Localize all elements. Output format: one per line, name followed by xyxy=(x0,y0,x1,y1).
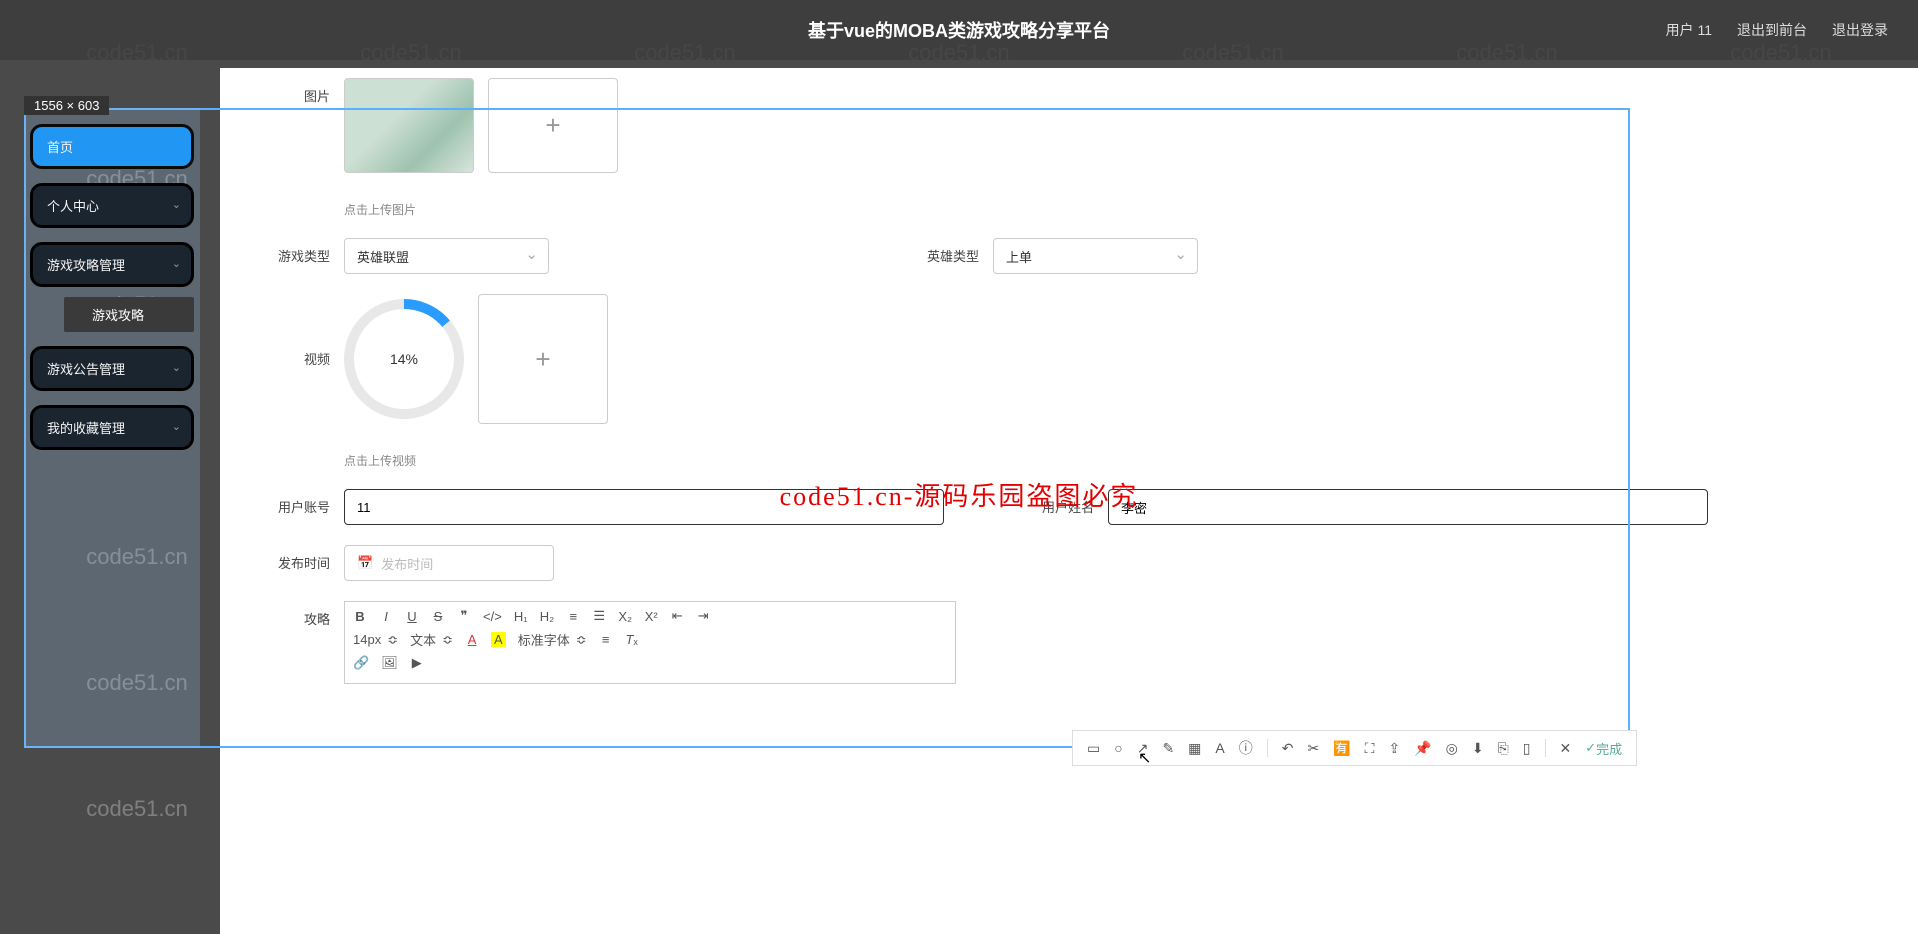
pin-icon[interactable]: 📌 xyxy=(1414,740,1431,757)
copy-icon[interactable]: ▯ xyxy=(1523,740,1531,757)
image-hint: 点击上传图片 xyxy=(344,201,618,218)
chevron-down-icon: ⌄ xyxy=(172,420,181,433)
target-icon[interactable]: ◎ xyxy=(1446,740,1458,757)
guide-label: 攻略 xyxy=(260,601,330,628)
h2-icon[interactable]: H₂ xyxy=(540,609,554,624)
chevron-down-icon: ⌄ xyxy=(172,257,181,270)
quote-icon[interactable]: ❞ xyxy=(457,608,471,624)
nav-fav-mgmt-label: 我的收藏管理 xyxy=(47,421,125,436)
app-title: 基于vue的MOBA类游戏攻略分享平台 xyxy=(808,17,1110,43)
pencil-icon[interactable]: ✎ xyxy=(1162,740,1174,757)
nav-guide-mgmt[interactable]: 游戏攻略管理 ⌄ xyxy=(30,242,194,287)
nav-home-label: 首页 xyxy=(47,140,73,155)
expand-icon[interactable]: ⛶ xyxy=(1365,740,1375,757)
download-icon[interactable]: ⬇ xyxy=(1472,740,1484,757)
superscript-icon[interactable]: X² xyxy=(644,609,658,624)
close-icon[interactable]: ✕ xyxy=(1560,740,1572,757)
align-icon[interactable]: ≡ xyxy=(599,632,613,647)
header-user[interactable]: 用户 11 xyxy=(1666,20,1712,40)
font-color-icon[interactable]: A xyxy=(465,632,479,647)
link-icon[interactable]: 🔗 xyxy=(353,655,369,671)
video-label: 视频 xyxy=(260,294,330,368)
highlight-icon[interactable]: A xyxy=(491,632,506,647)
upload-progress-text: 14% xyxy=(354,309,454,409)
mosaic-icon[interactable]: ▦ xyxy=(1188,740,1201,757)
chevron-down-icon: ⌄ xyxy=(172,198,181,211)
image-thumbnail[interactable] xyxy=(344,78,474,173)
translate-icon[interactable]: 🈶 xyxy=(1333,740,1350,757)
add-video-button[interactable]: + xyxy=(478,294,608,424)
nav-profile[interactable]: 个人中心 ⌄ xyxy=(30,183,194,228)
subscript-icon[interactable]: X₂ xyxy=(618,609,632,624)
image-insert-icon[interactable]: 🖼 xyxy=(381,655,398,671)
screenshot-toolbar: ▭ ○ ↗ ✎ ▦ A ⓘ ↶ ✂ 🈶 ⛶ ⇪ 📌 ◎ ⬇ ⎘ ▯ ✕ ✓ 完成 xyxy=(1072,730,1637,766)
publish-time-input[interactable]: 📅 发布时间 xyxy=(344,545,554,581)
image-label: 图片 xyxy=(260,78,330,105)
nav-fav-mgmt[interactable]: 我的收藏管理 ⌄ xyxy=(30,405,194,450)
add-image-button[interactable]: + xyxy=(488,78,618,173)
upload-progress-ring: 14% xyxy=(344,299,464,419)
center-watermark: code51.cn-源码乐园盗图必究 xyxy=(780,476,1139,513)
nav-guide-mgmt-label: 游戏攻略管理 xyxy=(47,258,125,273)
user-name-input[interactable] xyxy=(1108,489,1708,525)
calendar-icon: 📅 xyxy=(357,555,373,571)
nav-notice-mgmt-label: 游戏公告管理 xyxy=(47,362,125,377)
chevron-down-icon: ⌄ xyxy=(172,361,181,374)
list-ul-icon[interactable]: ☰ xyxy=(592,608,606,624)
text-icon[interactable]: A xyxy=(1215,740,1224,756)
hero-type-value: 上单 xyxy=(1006,247,1032,266)
circle-icon[interactable]: ○ xyxy=(1114,740,1122,756)
clear-format-icon[interactable]: Tₓ xyxy=(625,632,639,647)
chevron-icon: ≎ xyxy=(442,632,453,648)
chevron-icon: ≎ xyxy=(576,632,587,648)
video-insert-icon[interactable]: ▶ xyxy=(410,655,424,671)
share-icon[interactable]: ⇪ xyxy=(1388,740,1400,757)
separator xyxy=(1267,739,1268,757)
logout-front-link[interactable]: 退出到前台 xyxy=(1737,20,1807,40)
app-header: 基于vue的MOBA类游戏攻略分享平台 用户 11 退出到前台 退出登录 xyxy=(0,0,1918,60)
nav-guide-sub[interactable]: 游戏攻略 xyxy=(64,297,194,332)
plus-icon: + xyxy=(535,344,550,375)
hero-type-select[interactable]: 上单 xyxy=(993,238,1198,274)
game-type-value: 英雄联盟 xyxy=(357,247,409,266)
rich-editor-toolbar: B I U S ❞ </> H₁ H₂ ≡ ☰ X₂ X² ⇤ ⇥ 14px ≎… xyxy=(344,601,956,684)
info-icon[interactable]: ⓘ xyxy=(1239,738,1253,758)
logout-link[interactable]: 退出登录 xyxy=(1832,20,1888,40)
done-button[interactable]: ✓ 完成 xyxy=(1585,739,1622,758)
hero-type-label: 英雄类型 xyxy=(909,238,979,274)
game-type-select[interactable]: 英雄联盟 xyxy=(344,238,549,274)
italic-icon[interactable]: I xyxy=(379,609,393,624)
separator xyxy=(1545,739,1546,757)
underline-icon[interactable]: U xyxy=(405,609,419,624)
video-hint: 点击上传视频 xyxy=(344,452,608,469)
scissors-icon[interactable]: ✂ xyxy=(1307,740,1319,757)
font-family-select[interactable]: 标准字体 ≎ xyxy=(518,630,587,649)
nav-home[interactable]: 首页 xyxy=(30,124,194,169)
game-type-label: 游戏类型 xyxy=(260,238,330,265)
sidebar: 首页 个人中心 ⌄ 游戏攻略管理 ⌄ 游戏攻略 游戏公告管理 ⌄ 我的收藏管理 ⌄ xyxy=(24,108,200,464)
h1-icon[interactable]: H₁ xyxy=(514,609,528,624)
plus-icon: + xyxy=(545,110,560,141)
strike-icon[interactable]: S xyxy=(431,609,445,624)
nav-notice-mgmt[interactable]: 游戏公告管理 ⌄ xyxy=(30,346,194,391)
list-ol-icon[interactable]: ≡ xyxy=(566,609,580,624)
chevron-icon: ≎ xyxy=(387,632,398,648)
user-account-label: 用户账号 xyxy=(260,489,330,516)
publish-time-label: 发布时间 xyxy=(260,545,330,572)
font-size-select[interactable]: 14px ≎ xyxy=(353,632,398,648)
bold-icon[interactable]: B xyxy=(353,609,367,624)
undo-icon[interactable]: ↶ xyxy=(1282,740,1294,757)
code-icon[interactable]: </> xyxy=(483,609,502,624)
selection-dimensions: 1556 × 603 xyxy=(24,96,109,115)
rect-icon[interactable]: ▭ xyxy=(1087,740,1100,757)
cursor-icon: ↖ xyxy=(1138,748,1151,768)
clipboard-icon[interactable]: ⎘ xyxy=(1498,740,1509,757)
indent-icon[interactable]: ⇤ xyxy=(670,608,684,624)
outdent-icon[interactable]: ⇥ xyxy=(696,608,710,624)
nav-profile-label: 个人中心 xyxy=(47,199,99,214)
font-type-select[interactable]: 文本 ≎ xyxy=(410,630,453,649)
publish-time-placeholder: 发布时间 xyxy=(381,554,433,573)
